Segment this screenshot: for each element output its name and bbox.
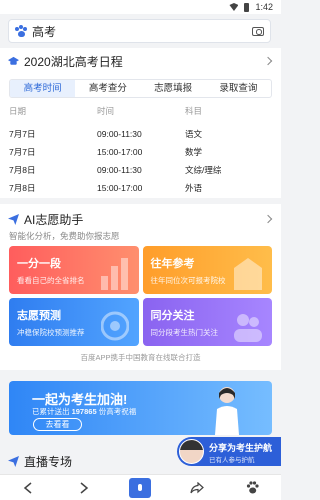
live-title: 直播专场 [24, 454, 73, 469]
assistant-tiles: 一分一段 看看自己的全省排名 往年参考 往年同位次可报考院校 志愿预测 冲稳保院… [9, 246, 272, 346]
live-header[interactable]: 直播专场 [0, 452, 281, 470]
paper-plane-icon [8, 213, 19, 225]
target-icon [100, 311, 129, 341]
col-time: 时间 [97, 106, 115, 116]
banner-sub-prefix: 已累计送出 [32, 407, 70, 416]
assistant-note: 百度APP携手中国教育在线联合打造 [80, 353, 201, 362]
tab-application[interactable]: 志愿填报 [141, 80, 206, 97]
cell-date: 7月8日 [9, 183, 36, 193]
table-row: 7月7日 09:00-11:30 语文 [9, 125, 272, 143]
col-subject: 科目 [185, 106, 203, 116]
chevron-right-icon[interactable] [263, 214, 273, 224]
col-date: 日期 [9, 106, 27, 116]
cell-date: 7月7日 [9, 147, 36, 157]
cell-subject: 语文 [185, 129, 203, 139]
home-paw-icon[interactable] [241, 478, 265, 498]
schedule-tabs: 高考时间 高考查分 志愿填报 录取查询 [9, 79, 272, 98]
table-row: 7月8日 09:00-11:30 文综/理综 [9, 161, 272, 179]
cheer-banner[interactable]: 一起为考生加油! 已累计送出 197865 份高考祝福 去看看 [9, 381, 272, 435]
blessing-count: 197865 [71, 407, 97, 416]
tab-exam-time[interactable]: 高考时间 [10, 80, 76, 97]
cell-subject: 外语 [185, 183, 203, 193]
tile-prediction[interactable]: 志愿预测 冲稳保院校预测推荐 [9, 298, 139, 346]
paper-plane-icon [8, 455, 19, 467]
camera-icon[interactable] [252, 26, 264, 36]
cell-time: 15:00-17:00 [97, 147, 143, 157]
chevron-right-icon[interactable] [263, 56, 273, 66]
schedule-table: 日期 时间 科目 7月7日 09:00-11:30 语文 7月7日 15:00-… [9, 102, 272, 197]
search-input[interactable]: 高考 [8, 19, 271, 43]
cell-subject: 数学 [185, 147, 203, 157]
baidu-paw-icon [15, 25, 27, 37]
table-row: 7月8日 15:00-17:00 外语 [9, 179, 272, 197]
tab-score-query[interactable]: 高考查分 [75, 80, 140, 97]
cell-date: 7月7日 [9, 129, 36, 139]
assistant-subtitle: 智能化分析，免费助你报志愿 [9, 231, 120, 241]
cell-time: 09:00-11:30 [97, 129, 142, 139]
go-see-button[interactable]: 去看看 [33, 418, 82, 431]
cell-time: 09:00-11:30 [97, 165, 142, 175]
forward-icon[interactable] [72, 478, 96, 498]
bottom-nav [0, 474, 281, 500]
share-icon[interactable] [185, 478, 209, 498]
status-bar: 1:42 [0, 0, 281, 14]
cell-subject: 文综/理综 [185, 165, 222, 175]
tile-past-reference[interactable]: 往年参考 往年同位次可报考院校 [142, 246, 272, 294]
tab-admission[interactable]: 录取查询 [206, 80, 271, 97]
live-card: 直播专场 [0, 452, 281, 474]
banner-subtitle: 已累计送出 197865 份高考祝福 [32, 406, 136, 417]
battery-icon [244, 2, 250, 12]
schedule-header[interactable]: 2020湖北高考日程 [0, 52, 281, 70]
tile-same-score[interactable]: 同分关注 同分段考生热门关注 [142, 298, 272, 346]
bar-chart-icon [100, 258, 128, 290]
cell-time: 15:00-17:00 [97, 183, 143, 193]
banner-sub-suffix: 份高考祝福 [98, 407, 137, 416]
cell-date: 7月8日 [9, 165, 36, 175]
building-icon [234, 258, 262, 290]
tile-score-rank[interactable]: 一分一段 看看自己的全省排名 [9, 246, 139, 294]
schedule-card: 2020湖北高考日程 高考时间 高考查分 志愿填报 录取查询 日期 时间 科目 … [0, 48, 281, 198]
wifi-icon [229, 3, 239, 11]
clock: 1:42 [255, 2, 273, 12]
search-query: 高考 [32, 24, 57, 39]
spokesperson-image [215, 387, 239, 435]
table-row: 7月7日 15:00-17:00 数学 [9, 143, 272, 161]
people-icon [234, 314, 262, 342]
voice-search-icon[interactable] [128, 477, 152, 498]
graduation-cap-icon [8, 56, 19, 65]
table-header: 日期 时间 科目 [9, 102, 272, 120]
assistant-title: AI志愿助手 [24, 212, 84, 227]
schedule-title: 2020湖北高考日程 [24, 54, 123, 69]
back-icon[interactable] [16, 478, 40, 498]
assistant-header[interactable]: AI志愿助手 [0, 210, 281, 228]
